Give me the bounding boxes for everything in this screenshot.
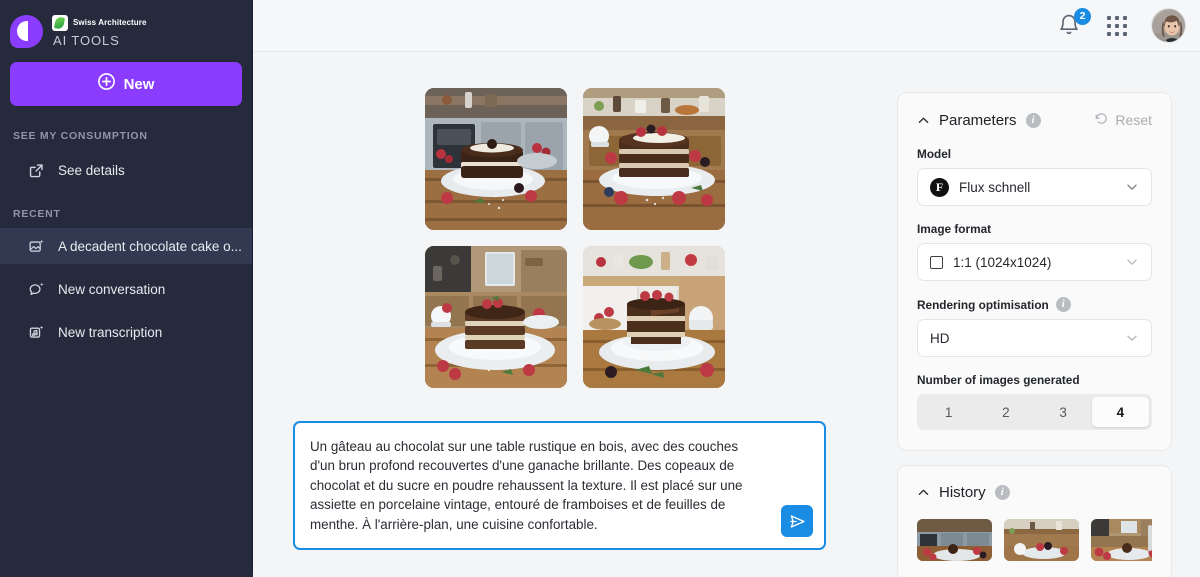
chevron-down-icon xyxy=(1125,180,1139,194)
flux-logo-icon: F xyxy=(930,177,949,197)
rendering-value: HD xyxy=(930,330,950,346)
sidebar-bottom-strip xyxy=(0,571,253,577)
history-thumbnail[interactable] xyxy=(1091,519,1152,561)
prompt-text-value: Un gâteau au chocolat sur une table rust… xyxy=(310,438,747,532)
sidebar-item-new-conversation[interactable]: New conversation xyxy=(0,271,252,307)
notification-count-badge: 2 xyxy=(1074,7,1091,25)
content-area: Un gâteau au chocolat sur une table rust… xyxy=(253,52,1200,577)
chat-sparkle-icon xyxy=(28,280,46,298)
image-count-option-4[interactable]: 4 xyxy=(1091,397,1149,427)
rendering-select[interactable]: HD xyxy=(917,319,1152,357)
main-area: 2 Un gâteau au chocolat sur une table ru… xyxy=(253,0,1200,577)
parameters-title: Parameters xyxy=(939,111,1017,129)
history-scrollbar[interactable] xyxy=(1148,525,1152,551)
app-logo-icon xyxy=(10,14,43,48)
reset-icon xyxy=(1094,111,1109,129)
history-header[interactable]: History i xyxy=(917,484,1152,501)
sidebar-item-new-transcription[interactable]: New transcription xyxy=(0,314,252,350)
audio-sparkle-icon xyxy=(28,323,46,341)
send-paper-plane-icon xyxy=(789,514,805,528)
image-count-option-2[interactable]: 2 xyxy=(977,397,1034,427)
info-icon[interactable]: i xyxy=(1025,112,1041,128)
top-bar: 2 xyxy=(253,0,1200,52)
brand-header[interactable]: Swiss Architecture AI TOOLS xyxy=(0,0,252,52)
history-thumbnail[interactable] xyxy=(1004,519,1079,561)
parameters-panel: Parameters i Reset Model F Flux schnell … xyxy=(897,92,1172,451)
history-title: History xyxy=(939,484,986,501)
image-count-label-text: Number of images generated xyxy=(917,373,1080,387)
avatar[interactable] xyxy=(1151,8,1186,43)
model-label-text: Model xyxy=(917,147,952,161)
reset-label: Reset xyxy=(1115,112,1152,128)
sidebar: Swiss Architecture AI TOOLS New SEE MY C… xyxy=(0,0,253,577)
prompt-input[interactable]: Un gâteau au chocolat sur une table rust… xyxy=(293,420,826,550)
image-format-value: 1:1 (1024x1024) xyxy=(953,254,1052,270)
parameters-header[interactable]: Parameters i Reset xyxy=(917,111,1152,129)
image-count-segmented-control: 1 2 3 4 xyxy=(917,394,1152,430)
sidebar-item-chocolate-cake[interactable]: A decadent chocolate cake o... xyxy=(0,228,252,264)
new-button-label: New xyxy=(123,75,155,93)
image-count-option-1[interactable]: 1 xyxy=(920,397,977,427)
model-label: Model xyxy=(917,147,1152,161)
chevron-down-icon xyxy=(1125,331,1139,345)
image-count-option-3[interactable]: 3 xyxy=(1035,397,1092,427)
sidebar-item-label: New conversation xyxy=(58,281,166,297)
sidebar-item-label: New transcription xyxy=(58,324,163,340)
image-format-select[interactable]: 1:1 (1024x1024) xyxy=(917,243,1152,281)
app-root: Swiss Architecture AI TOOLS New SEE MY C… xyxy=(0,0,1200,577)
right-panel: Parameters i Reset Model F Flux schnell … xyxy=(897,52,1200,577)
new-button[interactable]: New xyxy=(10,62,242,106)
generated-image[interactable] xyxy=(425,246,567,388)
reset-button[interactable]: Reset xyxy=(1094,111,1152,129)
rendering-label-text: Rendering optimisation xyxy=(917,297,1049,312)
square-ratio-icon xyxy=(930,255,943,269)
sidebar-item-label: See details xyxy=(58,162,125,178)
swiss-architecture-logo-icon xyxy=(52,14,68,31)
generated-images-grid xyxy=(425,88,725,388)
model-select[interactable]: F Flux schnell xyxy=(917,168,1152,206)
generated-image[interactable] xyxy=(425,88,567,230)
sidebar-item-see-details[interactable]: See details xyxy=(0,152,252,188)
generated-image[interactable] xyxy=(583,88,725,230)
chevron-up-icon[interactable] xyxy=(917,114,930,127)
notifications-button[interactable]: 2 xyxy=(1057,7,1091,39)
apps-grid-icon[interactable] xyxy=(1107,15,1127,36)
brand-subtitle: AI TOOLS xyxy=(53,32,120,48)
image-format-label-text: Image format xyxy=(917,222,992,236)
section-label-consumption: SEE MY CONSUMPTION xyxy=(13,130,148,142)
send-button[interactable] xyxy=(781,505,813,537)
external-link-icon xyxy=(28,161,46,179)
history-thumbnails[interactable] xyxy=(917,519,1152,561)
generation-canvas: Un gâteau au chocolat sur une table rust… xyxy=(253,52,897,577)
sidebar-item-label: A decadent chocolate cake o... xyxy=(58,238,242,254)
info-icon[interactable]: i xyxy=(1055,297,1071,312)
model-value: Flux schnell xyxy=(959,179,1031,195)
section-label-recent: RECENT xyxy=(13,208,61,220)
image-sparkle-icon xyxy=(28,237,46,255)
generated-image[interactable] xyxy=(583,246,725,388)
image-count-label: Number of images generated xyxy=(917,373,1152,387)
chevron-down-icon xyxy=(1125,255,1139,269)
brand-product-name: Swiss Architecture xyxy=(73,17,147,27)
image-format-label: Image format xyxy=(917,222,1152,236)
history-panel: History i xyxy=(897,465,1172,577)
history-thumbnail[interactable] xyxy=(917,519,992,561)
chevron-up-icon[interactable] xyxy=(917,486,930,499)
rendering-label: Rendering optimisation i xyxy=(917,297,1152,312)
info-icon[interactable]: i xyxy=(994,485,1010,500)
prompt-area: Un gâteau au chocolat sur une table rust… xyxy=(293,420,826,550)
plus-circle-icon xyxy=(97,73,115,95)
